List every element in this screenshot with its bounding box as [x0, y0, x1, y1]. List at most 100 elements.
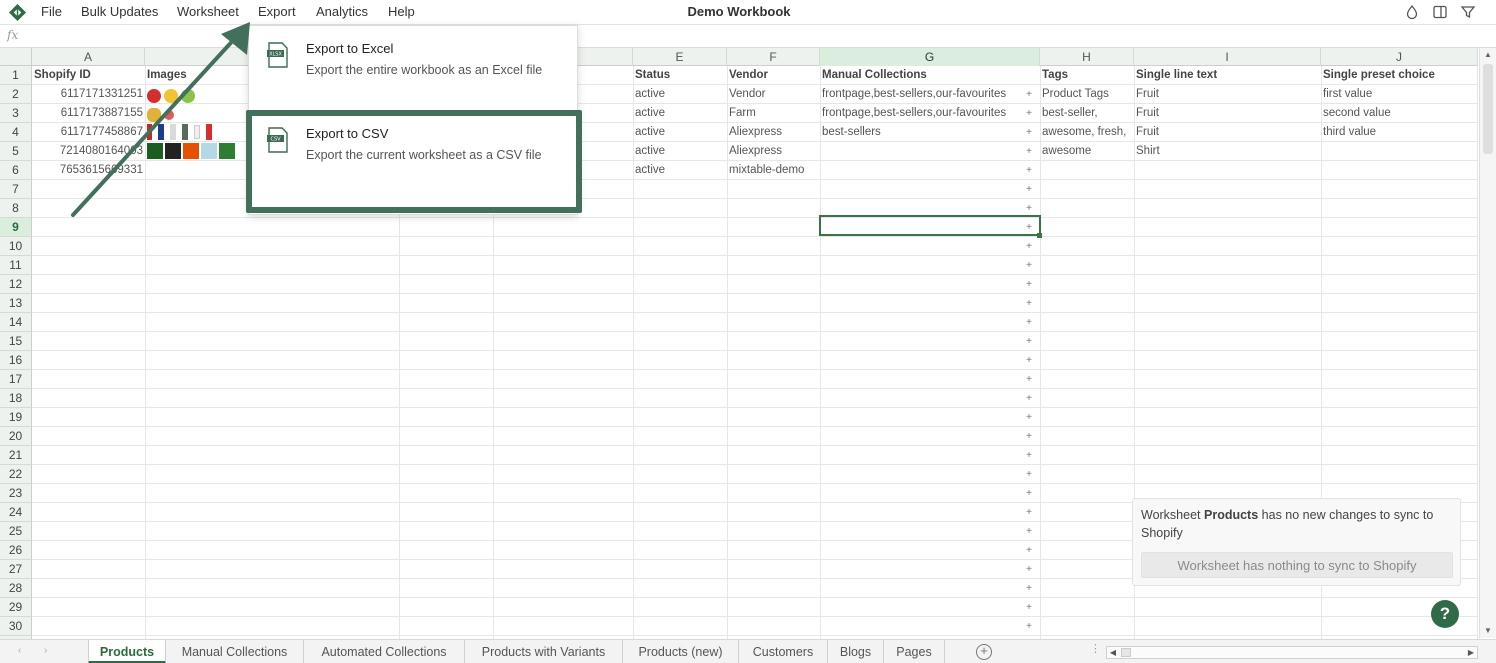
vertical-scroll-thumb[interactable] [1483, 64, 1493, 154]
add-collection-icon[interactable]: + [1023, 142, 1035, 161]
row-header[interactable]: 14 [0, 313, 32, 332]
cell-vendor[interactable]: Farm [727, 104, 820, 123]
app-logo-icon[interactable] [8, 3, 27, 22]
tab-automated-collections[interactable]: Automated Collections [304, 640, 465, 663]
scroll-left-icon[interactable]: ◀ [1107, 647, 1119, 658]
cell-shopify-id[interactable]: 6117171331251 [32, 85, 145, 104]
cell-single-line-text[interactable]: Fruit [1134, 104, 1321, 123]
row-header[interactable]: 4 [0, 123, 32, 142]
filter-icon[interactable] [1460, 4, 1476, 20]
add-collection-icon[interactable]: + [1023, 256, 1035, 275]
cell-header-status[interactable]: Status [633, 66, 727, 85]
menu-analytics[interactable]: Analytics [316, 4, 368, 19]
cell-tags[interactable]: awesome, fresh, [1040, 123, 1134, 142]
cell-manual-collections[interactable] [820, 161, 1025, 180]
formula-bar[interactable]: fx [0, 25, 1496, 48]
tab-more-icon[interactable]: ⋮ [1090, 642, 1101, 655]
row-header[interactable]: 1 [0, 66, 32, 85]
scroll-right-icon[interactable]: ▶ [1465, 647, 1477, 658]
scroll-up-icon[interactable]: ▲ [1482, 50, 1494, 60]
cell-single-line-text[interactable]: Shirt [1134, 142, 1321, 161]
add-collection-icon[interactable]: + [1023, 332, 1035, 351]
horizontal-scroll-thumb[interactable] [1121, 648, 1131, 657]
add-collection-icon[interactable]: + [1023, 484, 1035, 503]
cell-status[interactable]: active [633, 85, 727, 104]
row-header[interactable]: 30 [0, 617, 32, 636]
cell-header-single-preset-choice[interactable]: Single preset choice [1321, 66, 1478, 85]
cell-tags[interactable]: awesome [1040, 142, 1134, 161]
row-header[interactable]: 13 [0, 294, 32, 313]
select-all-corner[interactable] [0, 48, 32, 66]
cell-vendor[interactable]: Vendor [727, 85, 820, 104]
tab-products-with-variants[interactable]: Products with Variants [465, 640, 623, 663]
cell-tags[interactable]: Product Tags [1040, 85, 1134, 104]
cell-vendor[interactable]: Aliexpress [727, 142, 820, 161]
row-header[interactable]: 24 [0, 503, 32, 522]
cell-single-preset-choice[interactable]: second value [1321, 104, 1478, 123]
cell-manual-collections[interactable]: frontpage,best-sellers,our-favourites [820, 104, 1025, 123]
add-collection-icon[interactable]: + [1023, 161, 1035, 180]
row-header[interactable]: 10 [0, 237, 32, 256]
tab-prev-icon[interactable]: ‹ [18, 645, 21, 656]
add-collection-icon[interactable]: + [1023, 446, 1035, 465]
help-button[interactable]: ? [1431, 600, 1459, 628]
cell-single-preset-choice[interactable] [1321, 142, 1478, 161]
menu-worksheet[interactable]: Worksheet [177, 4, 239, 19]
row-header[interactable]: 17 [0, 370, 32, 389]
add-collection-icon[interactable]: + [1023, 123, 1035, 142]
cell-status[interactable]: active [633, 104, 727, 123]
cell-shopify-id[interactable]: 7653615669331 [32, 161, 145, 180]
add-collection-icon[interactable]: + [1023, 598, 1035, 617]
cell-single-line-text[interactable]: Fruit [1134, 123, 1321, 142]
tab-pages[interactable]: Pages [884, 640, 945, 663]
cell-single-preset-choice[interactable]: first value [1321, 85, 1478, 104]
tab-blogs[interactable]: Blogs [828, 640, 884, 663]
add-collection-icon[interactable]: + [1023, 427, 1035, 446]
row-header[interactable]: 7 [0, 180, 32, 199]
cell-manual-collections[interactable]: frontpage,best-sellers,our-favourites [820, 85, 1025, 104]
add-collection-icon[interactable]: + [1023, 408, 1035, 427]
horizontal-scrollbar[interactable]: ◀ ▶ [1106, 646, 1478, 659]
row-header[interactable]: 5 [0, 142, 32, 161]
menu-bulk-updates[interactable]: Bulk Updates [81, 4, 158, 19]
row-header[interactable]: 6 [0, 161, 32, 180]
menu-export[interactable]: Export [258, 4, 296, 19]
add-collection-icon[interactable]: + [1023, 351, 1035, 370]
export-to-excel-item[interactable]: XLSX Export to Excel Export the entire w… [249, 26, 579, 111]
vertical-scrollbar[interactable]: ▲ ▼ [1479, 48, 1496, 638]
row-header[interactable]: 2 [0, 85, 32, 104]
row-header[interactable]: 28 [0, 579, 32, 598]
add-collection-icon[interactable]: + [1023, 313, 1035, 332]
fill-handle[interactable] [1037, 233, 1042, 238]
add-collection-icon[interactable]: + [1023, 370, 1035, 389]
cell-header-images[interactable]: Images [145, 66, 245, 85]
add-collection-icon[interactable]: + [1023, 85, 1035, 104]
row-header[interactable]: 23 [0, 484, 32, 503]
cell-vendor[interactable]: Aliexpress [727, 123, 820, 142]
row-header[interactable]: 19 [0, 408, 32, 427]
row-header[interactable]: 12 [0, 275, 32, 294]
row-header[interactable]: 9 [0, 218, 32, 237]
tab-customers[interactable]: Customers [739, 640, 828, 663]
row-header[interactable]: 29 [0, 598, 32, 617]
cell-header-tags[interactable]: Tags [1040, 66, 1134, 85]
row-header[interactable]: 18 [0, 389, 32, 408]
add-collection-icon[interactable]: + [1023, 522, 1035, 541]
cell-manual-collections[interactable]: best-sellers [820, 123, 1025, 142]
tab-next-icon[interactable]: › [44, 645, 47, 656]
row-header[interactable]: 3 [0, 104, 32, 123]
cell-single-preset-choice[interactable] [1321, 161, 1478, 180]
column-header-a[interactable]: A [32, 48, 145, 66]
cell-single-preset-choice[interactable]: third value [1321, 123, 1478, 142]
row-header[interactable]: 8 [0, 199, 32, 218]
panel-toggle-icon[interactable] [1432, 4, 1448, 20]
cell-header-shopify-id[interactable]: Shopify ID [32, 66, 145, 85]
menu-file[interactable]: File [41, 4, 62, 19]
column-header-j[interactable]: J [1321, 48, 1478, 66]
row-header[interactable]: 22 [0, 465, 32, 484]
cell-header-vendor[interactable]: Vendor [727, 66, 820, 85]
add-collection-icon[interactable]: + [1023, 617, 1035, 636]
export-to-csv-item[interactable]: CSV Export to CSV Export the current wor… [249, 111, 579, 196]
cell-manual-collections[interactable] [820, 142, 1025, 161]
row-header[interactable]: 25 [0, 522, 32, 541]
